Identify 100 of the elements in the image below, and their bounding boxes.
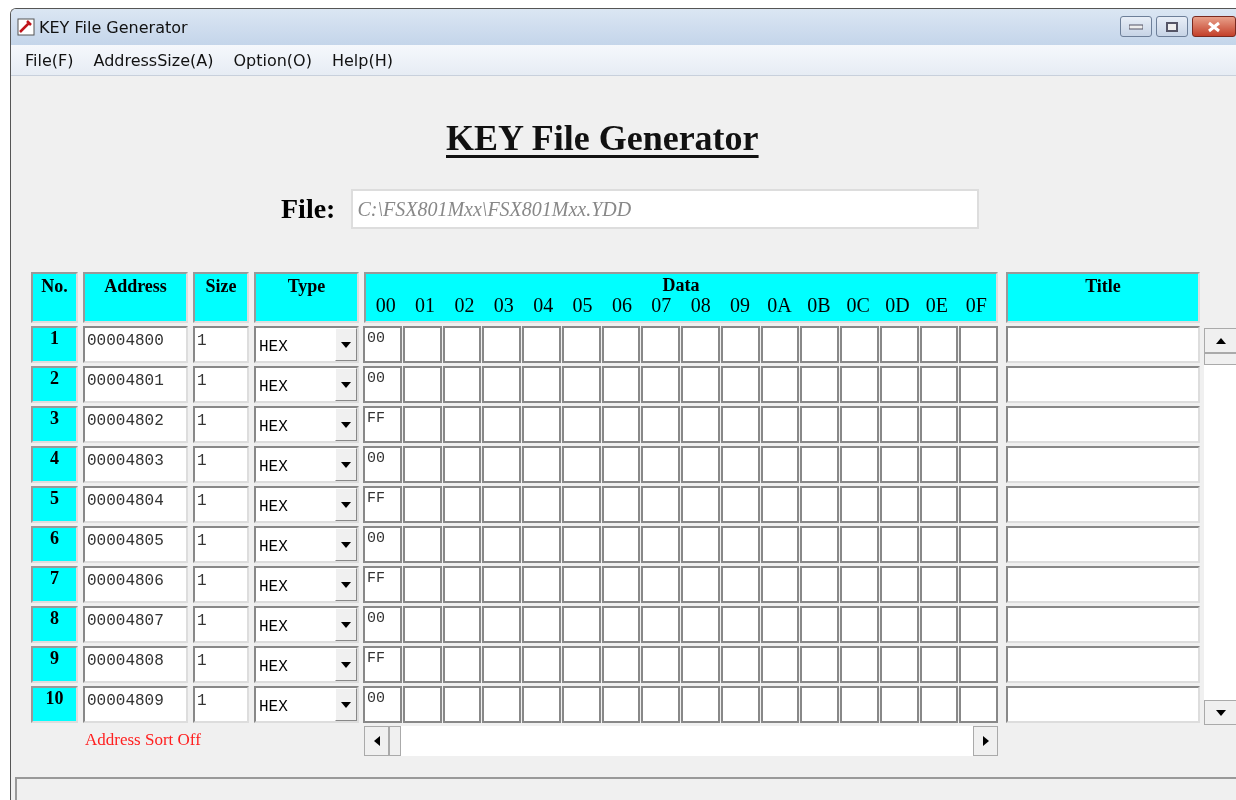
data-cell[interactable]: FF: [363, 646, 402, 683]
data-cell[interactable]: [442, 486, 482, 523]
data-cell[interactable]: 00: [363, 686, 402, 723]
scroll-left-button[interactable]: [364, 726, 389, 756]
data-cell[interactable]: [840, 686, 879, 723]
data-cell[interactable]: [561, 406, 601, 443]
size-field[interactable]: 1: [193, 606, 249, 643]
data-cell[interactable]: [482, 606, 521, 643]
data-cell[interactable]: [641, 326, 680, 363]
size-field[interactable]: 1: [193, 446, 249, 483]
dropdown-arrow-button[interactable]: [335, 608, 357, 641]
data-cell[interactable]: [720, 646, 760, 683]
data-cell[interactable]: [601, 406, 641, 443]
data-cell[interactable]: [522, 486, 561, 523]
data-cell[interactable]: [720, 486, 760, 523]
data-cell[interactable]: [760, 566, 800, 603]
data-cell[interactable]: [840, 646, 879, 683]
data-cell[interactable]: [522, 566, 561, 603]
data-cell[interactable]: [919, 486, 959, 523]
data-cell[interactable]: [561, 526, 601, 563]
data-cell[interactable]: [482, 406, 521, 443]
data-cell[interactable]: [522, 686, 561, 723]
data-cell[interactable]: [959, 606, 998, 643]
type-dropdown[interactable]: HEX: [254, 566, 359, 603]
data-cell[interactable]: [641, 526, 680, 563]
data-cell[interactable]: [561, 566, 601, 603]
data-cell[interactable]: [601, 646, 641, 683]
data-cell[interactable]: [442, 526, 482, 563]
data-cell[interactable]: [641, 566, 680, 603]
address-field[interactable]: 00004801: [83, 366, 188, 403]
dropdown-arrow-button[interactable]: [335, 528, 357, 561]
address-field[interactable]: 00004805: [83, 526, 188, 563]
data-cell[interactable]: [601, 486, 641, 523]
data-cell[interactable]: [482, 326, 521, 363]
data-cell[interactable]: [482, 446, 521, 483]
data-cell[interactable]: [442, 446, 482, 483]
data-cell[interactable]: 00: [363, 366, 402, 403]
data-cell[interactable]: [840, 406, 879, 443]
title-field[interactable]: [1006, 686, 1200, 723]
data-cell[interactable]: [840, 606, 879, 643]
data-cell[interactable]: [442, 326, 482, 363]
data-cell[interactable]: [442, 566, 482, 603]
size-field[interactable]: 1: [193, 406, 249, 443]
data-cell[interactable]: [959, 366, 998, 403]
file-path-field[interactable]: C:\FSX801Mxx\FSX801Mxx.YDD: [351, 189, 980, 229]
address-field[interactable]: 00004800: [83, 326, 188, 363]
data-cell[interactable]: [840, 326, 879, 363]
data-cell[interactable]: [641, 486, 680, 523]
scroll-thumb[interactable]: [389, 726, 401, 756]
title-field[interactable]: [1006, 406, 1200, 443]
data-cell[interactable]: [641, 446, 680, 483]
dropdown-arrow-button[interactable]: [335, 368, 357, 401]
data-cell[interactable]: [641, 646, 680, 683]
data-cell[interactable]: [840, 366, 879, 403]
horizontal-scrollbar[interactable]: [364, 726, 998, 756]
data-cell[interactable]: [720, 406, 760, 443]
data-cell[interactable]: [442, 606, 482, 643]
vertical-scrollbar[interactable]: [1204, 328, 1236, 725]
data-cell[interactable]: FF: [363, 406, 402, 443]
data-cell[interactable]: [641, 606, 680, 643]
data-cell[interactable]: 00: [363, 526, 402, 563]
title-field[interactable]: [1006, 526, 1200, 563]
data-cell[interactable]: [402, 406, 442, 443]
data-cell[interactable]: [601, 606, 641, 643]
address-field[interactable]: 00004803: [83, 446, 188, 483]
data-cell[interactable]: [800, 406, 839, 443]
data-cell[interactable]: [482, 366, 521, 403]
data-cell[interactable]: [760, 366, 800, 403]
dropdown-arrow-button[interactable]: [335, 488, 357, 521]
data-cell[interactable]: [919, 326, 959, 363]
data-cell[interactable]: [919, 566, 959, 603]
data-cell[interactable]: [959, 566, 998, 603]
data-cell[interactable]: [720, 566, 760, 603]
address-field[interactable]: 00004808: [83, 646, 188, 683]
data-cell[interactable]: [641, 686, 680, 723]
data-cell[interactable]: [681, 686, 720, 723]
address-field[interactable]: 00004802: [83, 406, 188, 443]
scroll-up-button[interactable]: [1204, 328, 1236, 353]
type-dropdown[interactable]: HEX: [254, 486, 359, 523]
data-cell[interactable]: [720, 526, 760, 563]
data-cell[interactable]: [800, 566, 839, 603]
title-field[interactable]: [1006, 566, 1200, 603]
data-cell[interactable]: [919, 606, 959, 643]
data-cell[interactable]: [681, 526, 720, 563]
data-cell[interactable]: [720, 686, 760, 723]
data-cell[interactable]: [681, 606, 720, 643]
data-cell[interactable]: [760, 486, 800, 523]
data-cell[interactable]: [681, 566, 720, 603]
data-cell[interactable]: [402, 646, 442, 683]
type-dropdown[interactable]: HEX: [254, 646, 359, 683]
data-cell[interactable]: [720, 326, 760, 363]
title-field[interactable]: [1006, 646, 1200, 683]
data-cell[interactable]: [760, 406, 800, 443]
data-cell[interactable]: [760, 646, 800, 683]
data-cell[interactable]: [522, 406, 561, 443]
data-cell[interactable]: [959, 406, 998, 443]
data-cell[interactable]: [482, 646, 521, 683]
data-cell[interactable]: [879, 646, 919, 683]
type-dropdown[interactable]: HEX: [254, 606, 359, 643]
address-field[interactable]: 00004804: [83, 486, 188, 523]
